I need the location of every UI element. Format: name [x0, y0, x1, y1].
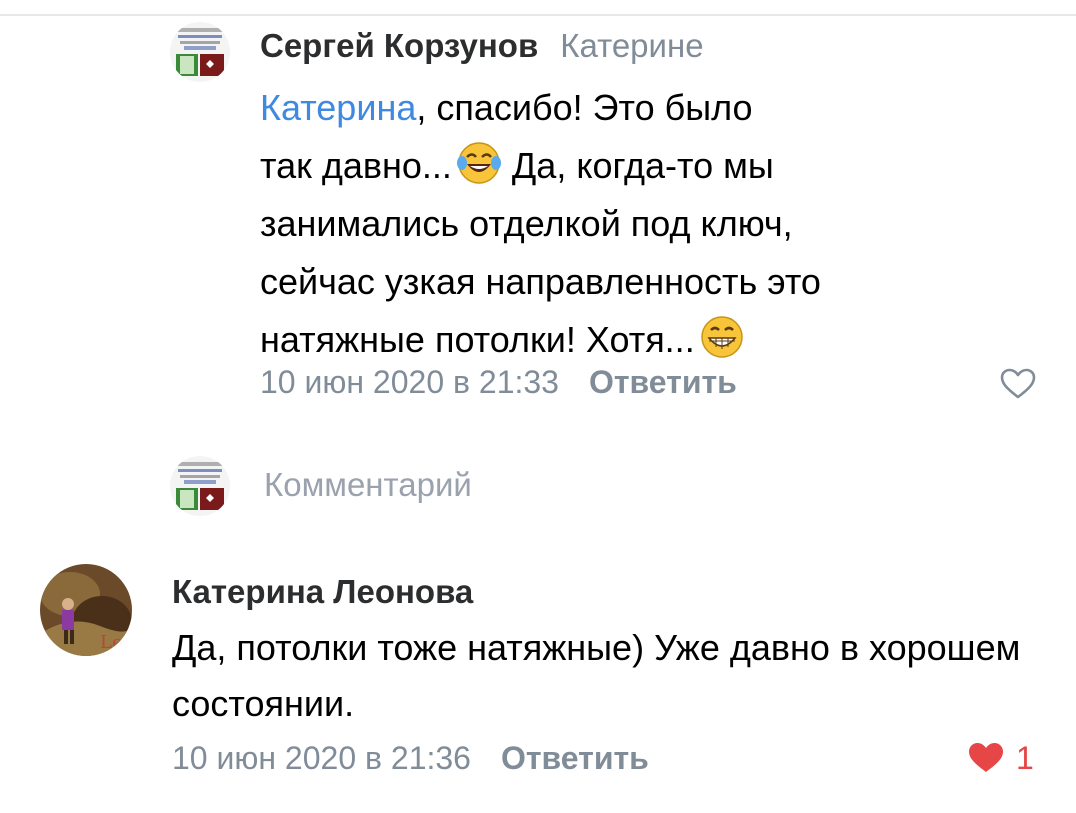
reply-to-label[interactable]: Катерине	[560, 27, 703, 64]
like-count: 1	[1016, 740, 1034, 776]
comment-meta: 10 июн 2020 в 21:36 Ответить	[172, 738, 649, 778]
comment-meta: 10 июн 2020 в 21:33 Ответить	[260, 362, 737, 402]
timestamp: 10 июн 2020 в 21:36	[172, 740, 471, 776]
avatar-sergey[interactable]	[170, 22, 230, 82]
reply-button[interactable]: Ответить	[501, 740, 649, 776]
mention-link[interactable]: Катерина	[260, 87, 416, 128]
comment-header: Сергей Корзунов Катерине	[260, 26, 704, 66]
top-divider	[0, 14, 1076, 16]
avatar-current-user[interactable]	[170, 456, 230, 516]
comment-header: Катерина Леонова	[172, 572, 473, 612]
comment-input[interactable]: Комментарий	[264, 463, 472, 507]
comment-text: Да, потолки тоже натяжные) Уже давно в х…	[172, 627, 1021, 724]
heart-outline-icon[interactable]	[1000, 368, 1036, 400]
tears-of-joy-emoji-icon	[456, 140, 502, 186]
svg-text:Le: Le	[100, 632, 123, 653]
comment-text-line: натяжные потолки! Хотя...	[260, 319, 695, 360]
avatar-katerina[interactable]: Le	[40, 564, 132, 656]
author-name[interactable]: Сергей Корзунов	[260, 27, 538, 64]
comment-text-line: так давно...	[260, 145, 452, 186]
grinning-emoji-icon	[699, 314, 745, 360]
comment-text-line: сейчас узкая направленность это	[260, 261, 821, 302]
reply-button[interactable]: Ответить	[589, 364, 737, 400]
timestamp: 10 июн 2020 в 21:33	[260, 364, 559, 400]
comment-text-line: занимались отделкой под ключ,	[260, 203, 793, 244]
heart-filled-icon[interactable]	[968, 742, 1004, 774]
author-name[interactable]: Катерина Леонова	[172, 573, 473, 610]
comment-text-line: Да, когда-то мы	[501, 145, 774, 186]
comment-text: Катерина, спасибо! Это было так давно...…	[260, 79, 980, 369]
comment-text-line: , спасибо! Это было	[416, 87, 753, 128]
